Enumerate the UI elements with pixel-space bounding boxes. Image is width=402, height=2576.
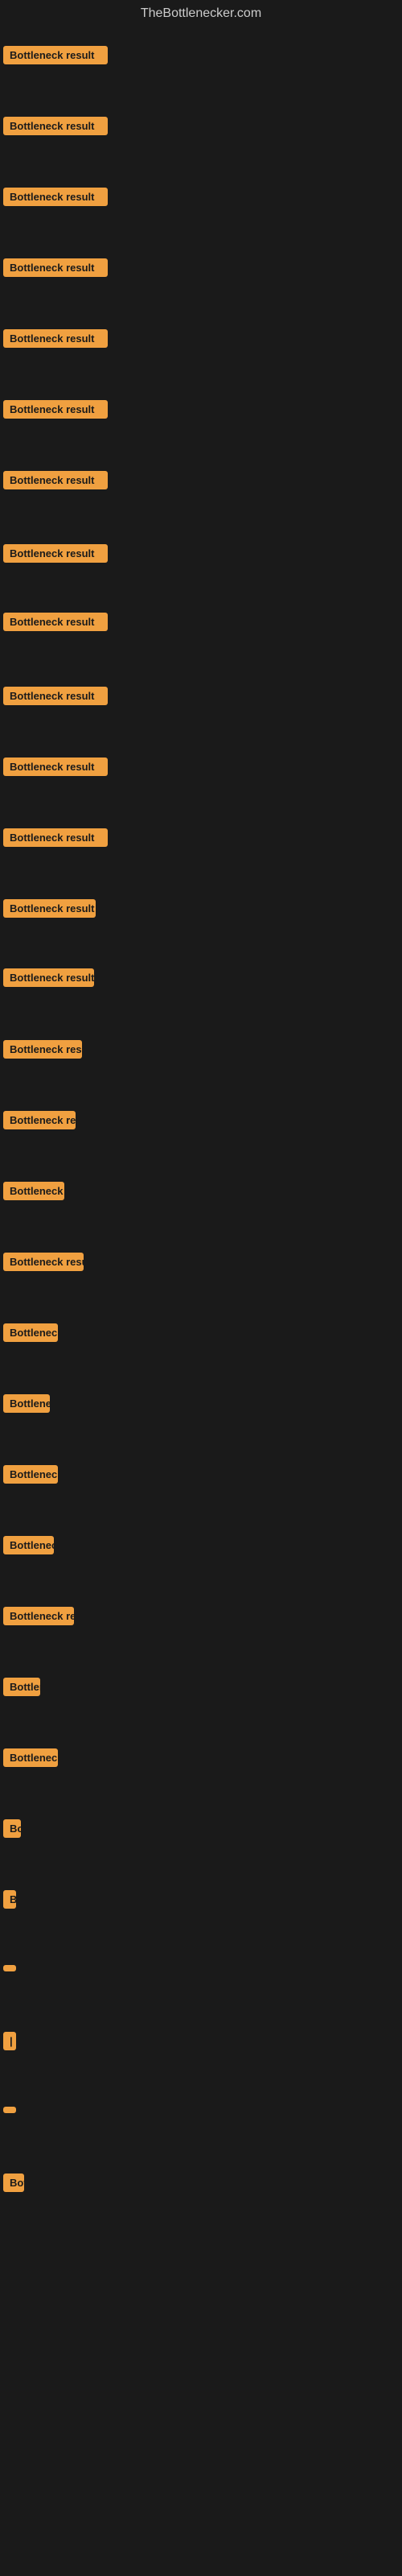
bottleneck-badge: Bottleneck result (3, 471, 108, 489)
bottleneck-row: Bottleneck r (3, 1182, 64, 1204)
bottleneck-row: Bottleneck result (3, 471, 108, 493)
bottleneck-badge: Bottleneck r (3, 1182, 64, 1200)
bottleneck-badge: Bottleneck result (3, 329, 108, 348)
bottleneck-badge: Bottleneck (3, 1748, 58, 1767)
bottleneck-badge: Bottler (3, 1678, 40, 1696)
bottleneck-row: Bottleneck result (3, 968, 94, 991)
bottleneck-row: Bottleneck result (3, 400, 108, 423)
bottleneck-badge: Bottleneck result (3, 613, 108, 631)
bottleneck-badge: Bottleneck result (3, 544, 108, 563)
bottleneck-row: Bottleneck resu (3, 1253, 84, 1275)
bottleneck-badge: Bottleneck result (3, 188, 108, 206)
bottleneck-row: Bottleneck result (3, 46, 108, 68)
bottleneck-row: Bottler (3, 1678, 40, 1700)
bottleneck-row: Bottleneck result (3, 329, 108, 352)
bottleneck-row: Bot (3, 2174, 24, 2196)
bottleneck-row: Bottlene (3, 1394, 50, 1417)
bottleneck-badge: | (3, 2032, 16, 2050)
bottleneck-badge: Bottleneck result (3, 758, 108, 776)
bottleneck-badge: Bottlenec (3, 1536, 54, 1554)
bottleneck-row: Bottleneck result (3, 899, 96, 922)
bottleneck-row: Bottleneck re (3, 1607, 74, 1629)
bottleneck-row: Bo (3, 1819, 21, 1842)
bottleneck-badge: Bottleneck result (3, 400, 108, 419)
bottleneck-row: Bottleneck result (3, 687, 108, 709)
bottleneck-row: Bottleneck (3, 1465, 58, 1488)
bottleneck-row (3, 2103, 16, 2117)
bottleneck-row: Bottleneck result (3, 613, 108, 635)
bottleneck-row (3, 1961, 16, 1975)
bottleneck-badge: Bot (3, 2174, 24, 2192)
bottleneck-badge: Bottleneck re (3, 1607, 74, 1625)
bottleneck-row: Bottleneck result (3, 1111, 76, 1133)
bottleneck-row: Bottleneck result (3, 544, 108, 567)
bottleneck-badge: Bottleneck (3, 1465, 58, 1484)
bottleneck-badge: Bottleneck result (3, 258, 108, 277)
bottleneck-row: Bottleneck result (3, 188, 108, 210)
bottleneck-badge: B (3, 1890, 16, 1909)
bottleneck-badge: Bottleneck result (3, 968, 94, 987)
bottleneck-row: Bottleneck result (3, 828, 108, 851)
bottleneck-badge: Bottleneck result (3, 828, 108, 847)
bottleneck-badge: Bo (3, 1819, 21, 1838)
bottleneck-badge: Bottleneck result (3, 46, 108, 64)
bottleneck-row: Bottlenec (3, 1536, 54, 1558)
bottleneck-badge (3, 1965, 16, 1971)
bottleneck-row: | (3, 2032, 16, 2054)
bottleneck-row: Bottleneck result (3, 758, 108, 780)
site-title: TheBottlenecker.com (0, 0, 402, 24)
bottleneck-row: Bottleneck (3, 1323, 58, 1346)
bottleneck-badge: Bottleneck result (3, 687, 108, 705)
bottleneck-badge: Bottleneck (3, 1323, 58, 1342)
bottleneck-badge: Bottleneck result (3, 899, 96, 918)
bottleneck-badge: Bottleneck resu (3, 1253, 84, 1271)
bottleneck-badge: Bottlene (3, 1394, 50, 1413)
bottleneck-row: Bottleneck result (3, 1040, 82, 1063)
bottleneck-badge: Bottleneck result (3, 1040, 82, 1059)
bottleneck-badge: Bottleneck result (3, 117, 108, 135)
bottleneck-row: Bottleneck (3, 1748, 58, 1771)
bottleneck-row: Bottleneck result (3, 258, 108, 281)
bottleneck-row: B (3, 1890, 16, 1913)
bottleneck-badge (3, 2107, 16, 2113)
bottleneck-row: Bottleneck result (3, 117, 108, 139)
bottleneck-badge: Bottleneck result (3, 1111, 76, 1129)
